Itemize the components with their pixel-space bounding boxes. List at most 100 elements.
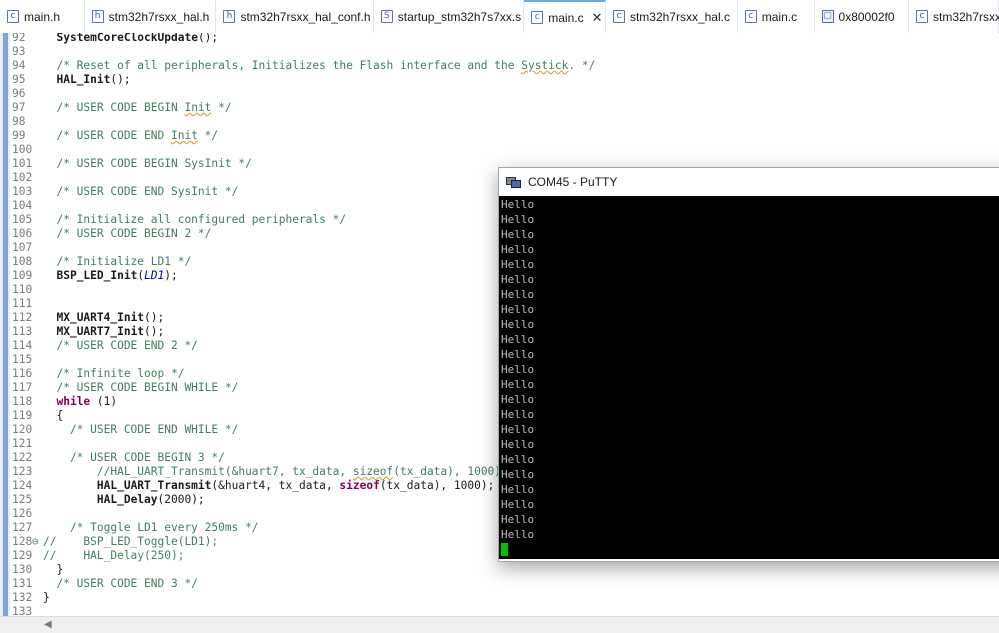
line-number: 108: [12, 255, 33, 268]
tab-startup-stm32h7s7xx-s[interactable]: Sstartup_stm32h7s7xx.s: [374, 0, 525, 33]
line-number: 92: [12, 33, 26, 44]
code-text: /* USER CODE BEGIN 3 */: [43, 451, 225, 464]
line-number: 95: [12, 73, 26, 86]
fold-toggle-icon[interactable]: ⊖: [32, 535, 39, 549]
terminal-line: Hello: [501, 483, 535, 496]
tab-label: stm32h7rsxx_hal.c: [629, 9, 730, 24]
c-file-icon: c: [915, 10, 928, 23]
tab-stm32h7rsxx-hal-conf-h[interactable]: h stm32h7rsxx_hal_conf.h: [216, 0, 374, 33]
line-number: 115: [12, 353, 33, 366]
tab-main-c[interactable]: c main.c: [738, 0, 815, 33]
tab-label: stm32h7rsxx_hal.h: [108, 9, 210, 24]
code-text: MX_UART4_Init();: [56, 311, 165, 324]
terminal-line: Hello: [501, 438, 535, 451]
code-line[interactable]: 97 /* USER CODE BEGIN Init */: [0, 101, 999, 115]
close-tab-icon[interactable]: ✕: [592, 10, 603, 26]
line-number: 122: [12, 451, 33, 464]
terminal-line: Hello: [501, 273, 535, 286]
terminal-line: Hello: [501, 348, 535, 361]
terminal-line: Hello: [501, 498, 535, 511]
code-text: /* Initialize LD1 */: [43, 255, 192, 268]
code-line[interactable]: 131 /* USER CODE END 3 */: [0, 577, 999, 591]
code-text: /* Initialize all configured peripherals…: [43, 213, 347, 226]
line-number: 123: [12, 465, 33, 478]
putty-window[interactable]: COM45 - PuTTY Hello Hello Hello Hello Hello H…: [498, 167, 999, 562]
terminal-line: Hello: [501, 408, 535, 421]
terminal-line: Hello: [501, 303, 535, 316]
line-number: 118: [12, 395, 33, 408]
horizontal-scrollbar[interactable]: ◀: [0, 616, 999, 633]
putty-icon: [506, 175, 522, 189]
line-number: 125: [12, 493, 33, 506]
line-number: 94: [12, 59, 26, 72]
tab-main-h[interactable]: c main.h: [0, 0, 85, 33]
line-number: 124: [12, 479, 33, 492]
line-number: 127: [12, 521, 33, 534]
code-text: /* USER CODE BEGIN 2 */: [43, 227, 212, 240]
code-line[interactable]: 132}: [0, 591, 999, 605]
line-number: 93: [12, 45, 26, 58]
line-number: 103: [12, 185, 33, 198]
tab-main-c[interactable]: c main.c ✕: [524, 0, 606, 33]
tab-label: main.c: [548, 10, 584, 25]
code-text: SystemCoreClockUpdate();: [56, 33, 219, 44]
line-number: 99: [12, 129, 26, 142]
terminal-line: Hello: [501, 288, 535, 301]
code-text: /* USER CODE END Init */: [43, 129, 219, 142]
line-number: 120: [12, 423, 33, 436]
code-text: /* Toggle LD1 every 250ms */: [43, 521, 259, 534]
code-line[interactable]: 100: [0, 143, 999, 157]
code-text: // HAL_Delay(250);: [43, 549, 185, 562]
line-number: 110: [12, 283, 33, 296]
line-number: 114: [12, 339, 33, 352]
code-text: /* USER CODE END SysInit */: [43, 185, 239, 198]
code-line[interactable]: 94 /* Reset of all peripherals, Initiali…: [0, 59, 999, 73]
line-number: 107: [12, 241, 33, 254]
code-line[interactable]: 96: [0, 87, 999, 101]
h-file-icon: h: [223, 10, 236, 23]
code-text: while (1): [56, 395, 118, 408]
tab-label: stm32h7rsxx_hal_conf.h: [240, 9, 371, 24]
line-number: 133: [12, 605, 33, 616]
tab-stm32h7rsxx-hal-h[interactable]: h stm32h7rsxx_hal.h: [85, 0, 217, 33]
terminal-line: Hello: [501, 513, 535, 526]
code-line[interactable]: 92 SystemCoreClockUpdate();: [0, 33, 999, 45]
terminal-output[interactable]: Hello Hello Hello Hello Hello Hello Hello Hello…: [499, 196, 999, 559]
tab-0x80002f0[interactable]: ▢ 0x80002f0: [815, 0, 909, 33]
putty-titlebar[interactable]: COM45 - PuTTY: [499, 168, 999, 196]
code-text: MX_UART7_Init();: [56, 325, 165, 338]
code-line[interactable]: 99 /* USER CODE END Init */: [0, 129, 999, 143]
tab-stm32h7rsxx-hal[interactable]: c stm32h7rsxx_hal: [909, 0, 999, 33]
tab-label: main.h: [24, 9, 61, 24]
code-line[interactable]: 93: [0, 45, 999, 59]
line-number: 104: [12, 199, 33, 212]
line-number: 106: [12, 227, 33, 240]
code-line[interactable]: 130 }: [0, 563, 999, 577]
line-number: 121: [12, 437, 33, 450]
scroll-left-arrow-icon[interactable]: ◀: [44, 619, 52, 630]
terminal-line: Hello: [501, 393, 535, 406]
terminal-cursor: [501, 543, 508, 556]
code-text: HAL_Init();: [56, 73, 131, 86]
code-line[interactable]: 95 HAL_Init();: [0, 73, 999, 87]
c-file-icon: c: [612, 10, 625, 23]
asm-file-icon: S: [380, 10, 393, 23]
code-text: /* USER CODE END 2 */: [43, 339, 198, 352]
putty-title: COM45 - PuTTY: [528, 175, 618, 189]
code-line[interactable]: 133: [0, 605, 999, 616]
tab-stm32h7rsxx-hal-c[interactable]: c stm32h7rsxx_hal.c: [606, 0, 738, 33]
line-number: 100: [12, 143, 33, 156]
code-text: {: [43, 409, 64, 422]
h-file-icon: h: [91, 10, 104, 23]
terminal-line: Hello: [501, 198, 535, 211]
line-number: 105: [12, 213, 33, 226]
code-text: /* USER CODE BEGIN WHILE */: [43, 381, 239, 394]
c-file-icon: c: [7, 10, 19, 23]
line-number: 126: [12, 507, 33, 520]
terminal-line: Hello: [501, 423, 535, 436]
terminal-line: Hello: [501, 363, 535, 376]
code-line[interactable]: 98: [0, 115, 999, 129]
line-number: 132: [12, 591, 33, 604]
code-text: }: [43, 563, 64, 576]
tab-label: stm32h7rsxx_hal: [932, 9, 999, 24]
